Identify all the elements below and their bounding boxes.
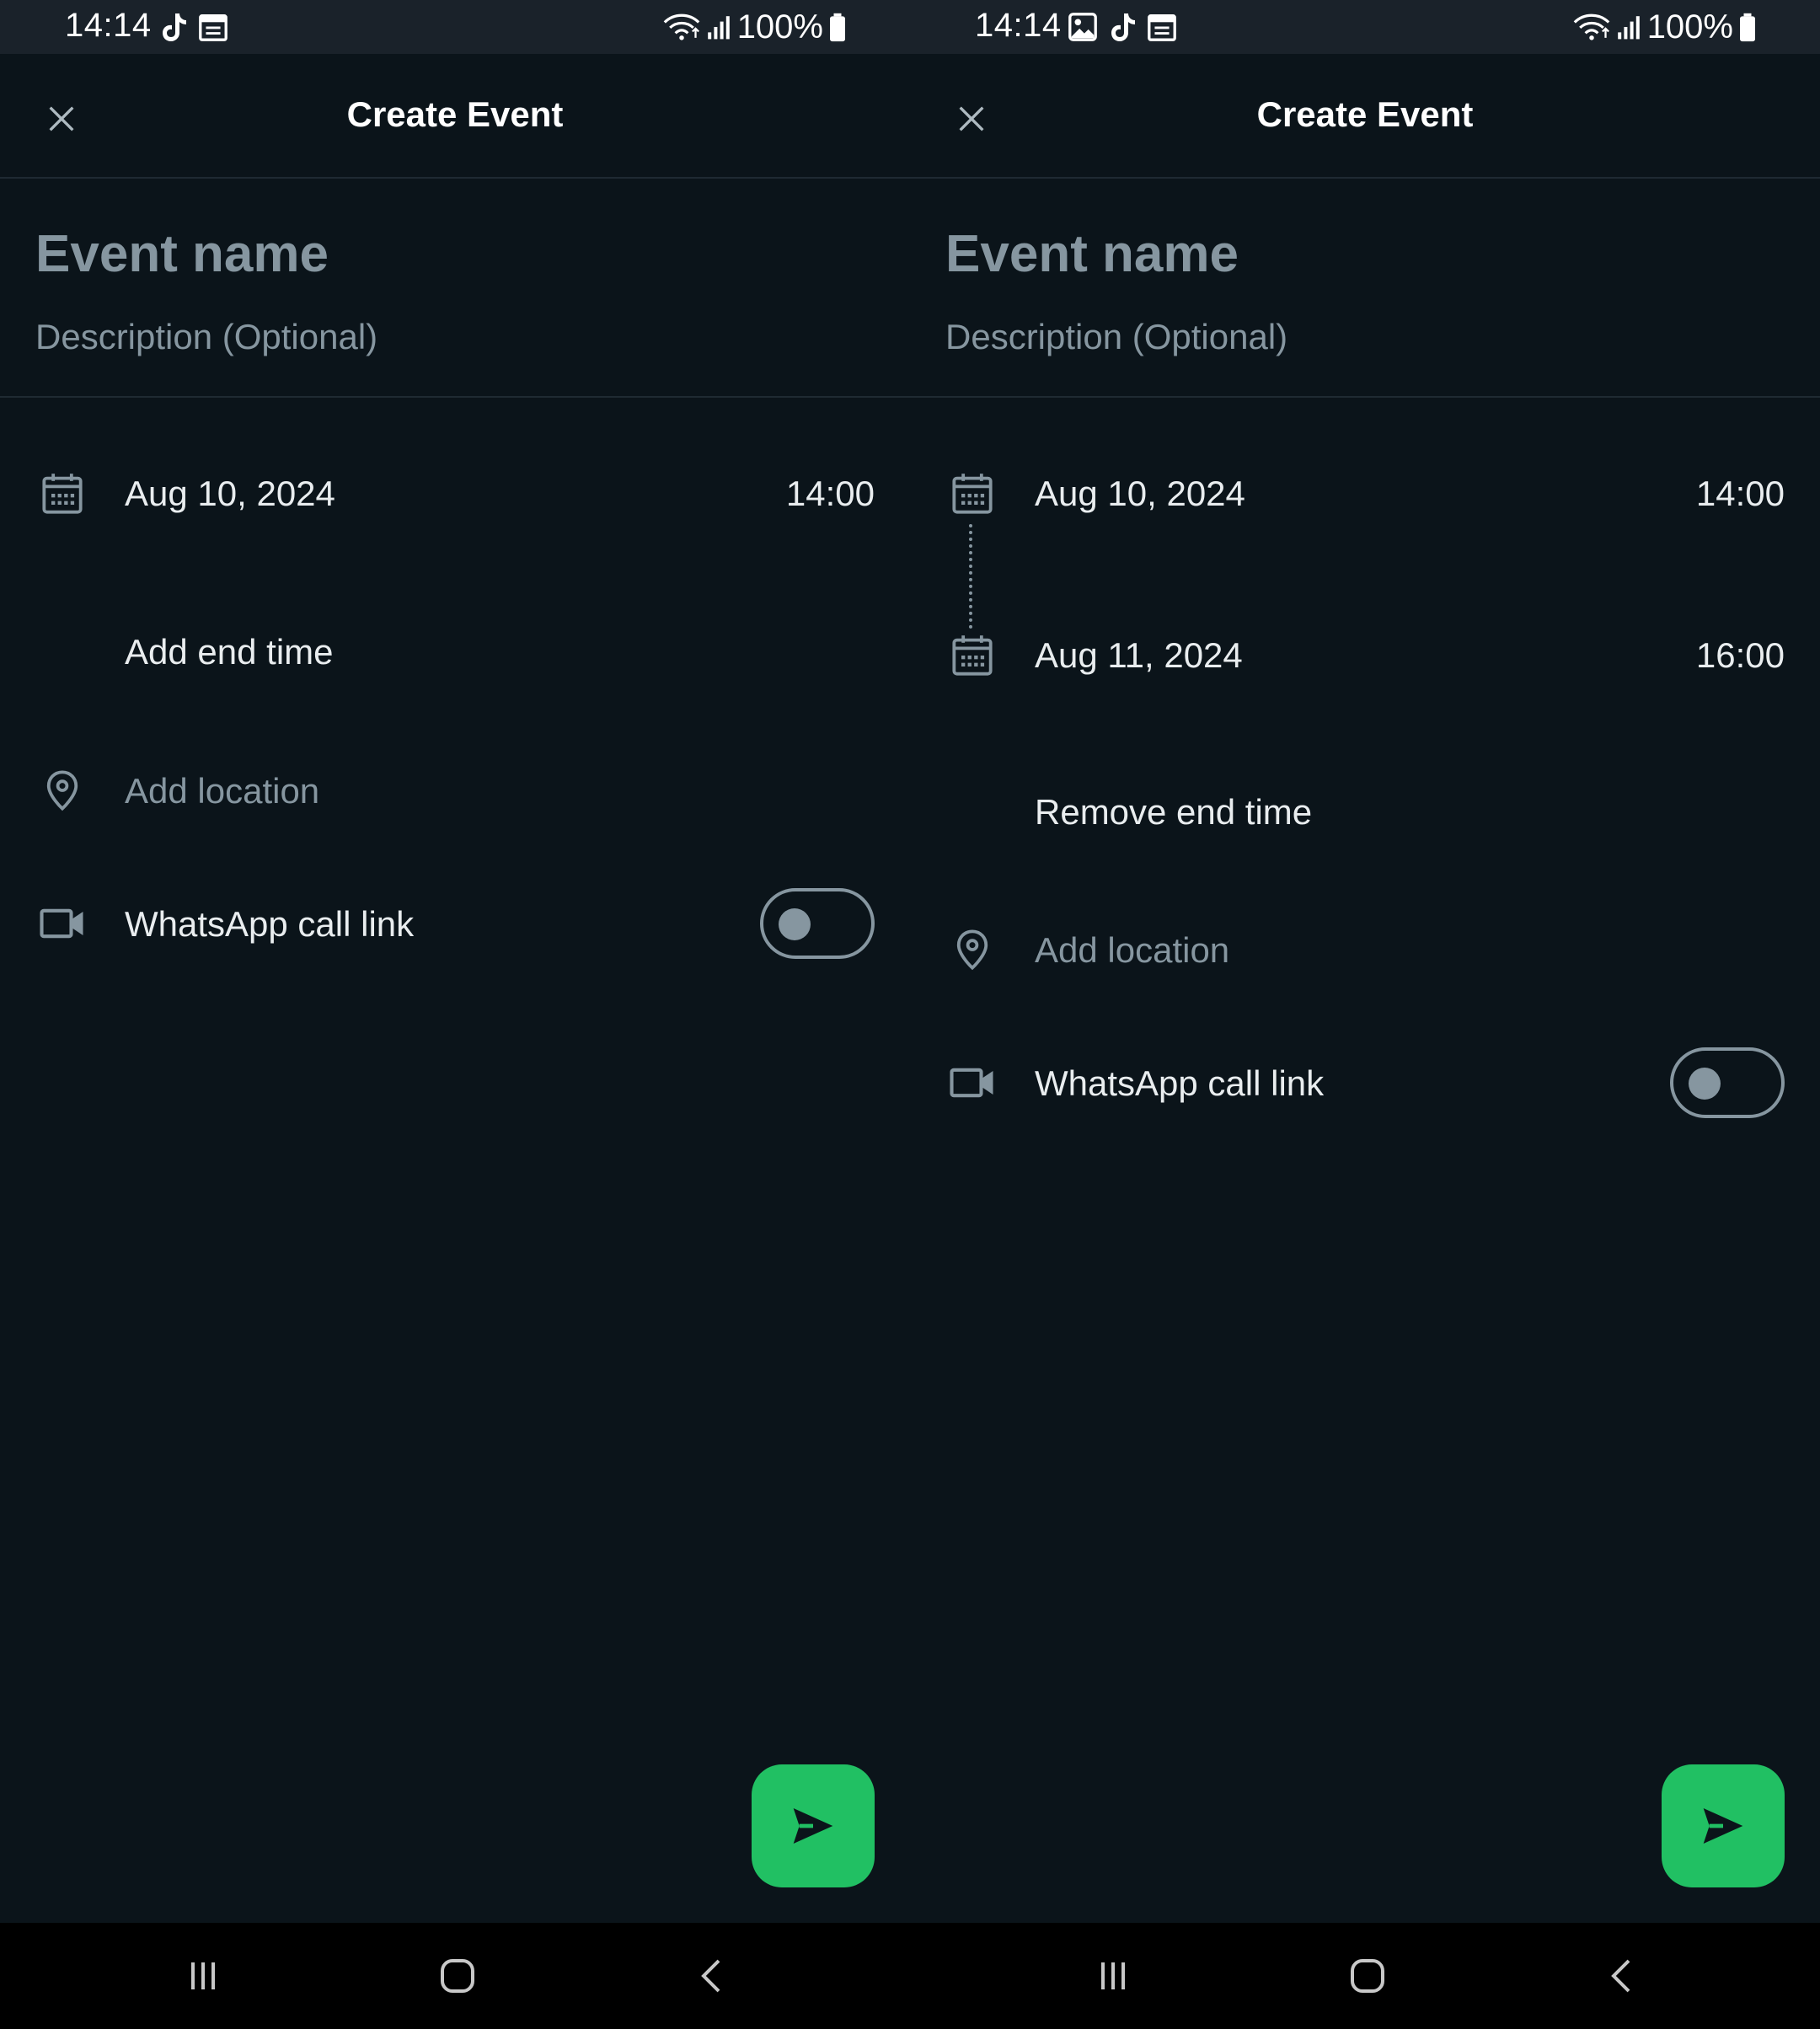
call-link-label: WhatsApp call link xyxy=(125,904,415,944)
recents-button[interactable] xyxy=(174,1946,233,2005)
signal-icon xyxy=(1615,13,1642,41)
gallery-icon xyxy=(1067,11,1099,43)
event-details-block: Event name Description (Optional) xyxy=(0,180,910,398)
system-icons: 100% xyxy=(1573,8,1757,46)
wifi-icon xyxy=(663,11,700,43)
status-bar: 14:14 100% xyxy=(910,0,1820,54)
add-end-time-button[interactable]: Add end time xyxy=(125,632,334,672)
status-time: 14:14 xyxy=(975,7,1062,44)
wifi-icon xyxy=(1573,11,1610,43)
home-icon xyxy=(437,1956,478,1996)
notification-icons xyxy=(1067,10,1178,44)
system-icons: 100% xyxy=(663,8,847,46)
send-icon xyxy=(1700,1802,1747,1850)
calendar-icon xyxy=(947,468,998,519)
back-button[interactable] xyxy=(1592,1946,1651,2005)
home-button[interactable] xyxy=(1338,1946,1397,2005)
home-icon xyxy=(1347,1956,1388,1996)
calendar-icon xyxy=(197,11,229,43)
home-button[interactable] xyxy=(428,1946,487,2005)
navigation-bar xyxy=(0,1923,910,2029)
recents-icon xyxy=(1093,1956,1133,1996)
tiktok-icon xyxy=(157,10,190,44)
start-time[interactable]: 14:00 xyxy=(786,474,875,514)
start-date[interactable]: Aug 10, 2024 xyxy=(1035,474,1245,514)
send-button[interactable] xyxy=(752,1764,875,1887)
page-title: Create Event xyxy=(346,94,564,134)
app-bar: Create Event xyxy=(0,54,910,179)
description-input[interactable]: Description (Optional) xyxy=(945,317,1287,357)
tiktok-icon xyxy=(1105,10,1139,44)
battery-percent: 100% xyxy=(1646,8,1733,46)
signal-icon xyxy=(705,13,732,41)
video-camera-icon xyxy=(947,1057,998,1108)
location-input[interactable]: Add location xyxy=(1035,930,1229,971)
end-date[interactable]: Aug 11, 2024 xyxy=(1035,635,1243,676)
location-input[interactable]: Add location xyxy=(125,771,319,811)
calendar-icon xyxy=(1146,11,1178,43)
back-button[interactable] xyxy=(682,1946,741,2005)
video-camera-icon xyxy=(37,898,88,949)
start-date[interactable]: Aug 10, 2024 xyxy=(125,474,335,514)
battery-icon xyxy=(1738,12,1757,42)
date-range-connector xyxy=(969,524,972,629)
recents-button[interactable] xyxy=(1084,1946,1143,2005)
create-event-screen-without-end-time: 14:14 100% Create Event Event name Descr… xyxy=(0,0,910,2029)
page-title: Create Event xyxy=(1256,94,1474,134)
create-event-screen-with-end-time: 14:14 100% Create Event Event name Descr… xyxy=(910,0,1820,2029)
recents-icon xyxy=(183,1956,223,1996)
send-button[interactable] xyxy=(1662,1764,1785,1887)
calendar-icon xyxy=(947,630,998,681)
remove-end-time-button[interactable]: Remove end time xyxy=(1035,792,1312,832)
call-link-toggle[interactable] xyxy=(760,888,875,959)
call-link-label: WhatsApp call link xyxy=(1035,1063,1325,1103)
app-bar: Create Event xyxy=(910,54,1820,179)
battery-percent: 100% xyxy=(736,8,823,46)
event-details-block: Event name Description (Optional) xyxy=(910,180,1820,398)
calendar-icon xyxy=(37,468,88,519)
back-icon xyxy=(692,1956,732,1996)
status-time: 14:14 xyxy=(65,7,152,44)
start-time[interactable]: 14:00 xyxy=(1696,474,1785,514)
location-pin-icon xyxy=(947,924,998,975)
status-bar: 14:14 100% xyxy=(0,0,910,54)
back-icon xyxy=(1602,1956,1642,1996)
location-pin-icon xyxy=(37,765,88,816)
battery-icon xyxy=(828,12,847,42)
navigation-bar xyxy=(910,1923,1820,2029)
comparison-page: 14:14 100% Create Event Event name Descr… xyxy=(0,0,1820,2029)
end-time[interactable]: 16:00 xyxy=(1696,635,1785,676)
send-icon xyxy=(790,1802,837,1850)
notification-icons xyxy=(157,10,229,44)
description-input[interactable]: Description (Optional) xyxy=(35,317,377,357)
event-name-input[interactable]: Event name xyxy=(945,224,1239,284)
call-link-toggle[interactable] xyxy=(1670,1047,1785,1118)
event-name-input[interactable]: Event name xyxy=(35,224,329,284)
toggle-knob xyxy=(1689,1068,1721,1100)
toggle-knob xyxy=(779,908,811,940)
